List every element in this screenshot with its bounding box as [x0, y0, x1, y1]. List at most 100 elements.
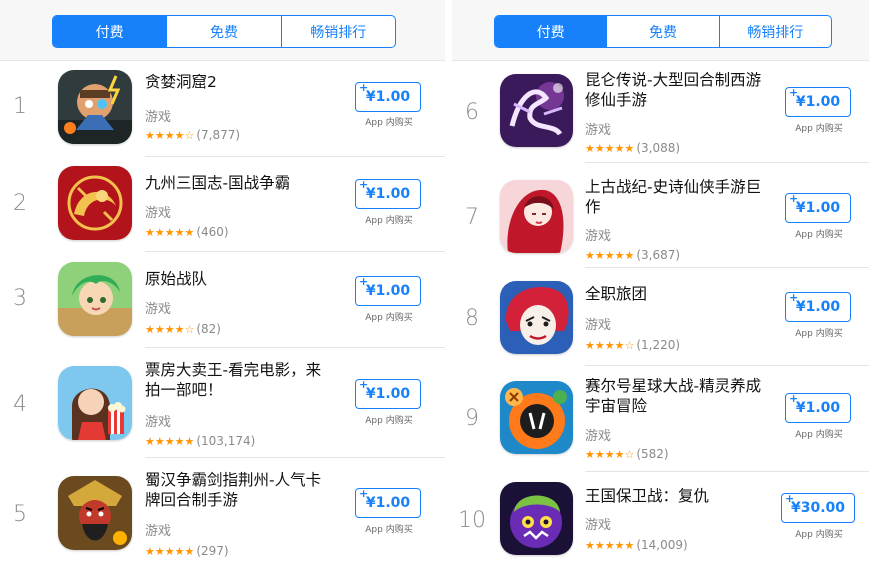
- price-button[interactable]: + ¥1.00: [355, 178, 421, 209]
- price-button[interactable]: + ¥1.00: [355, 275, 421, 306]
- rating-count: (3,088): [636, 141, 681, 155]
- price-label: ¥1.00: [795, 94, 841, 110]
- app-title: 原始战队: [145, 270, 208, 288]
- app-title: 昆仑传说-大型回合制西游修仙手游: [585, 71, 762, 109]
- purple-monster-icon[interactable]: [500, 482, 573, 555]
- rank-number: 3: [13, 286, 27, 311]
- price-label: ¥30.00: [790, 500, 846, 516]
- app-category: 游戏: [585, 123, 612, 138]
- rank-number: 7: [465, 205, 479, 230]
- app-rating: ★★★★★ (103,174): [145, 434, 255, 448]
- app-rating: ★★★★☆ (1,220): [585, 338, 680, 352]
- list-item[interactable]: 2 九州三国志-国战争霸 游戏 ★★★★★ (460) + ¥1.00 App …: [0, 157, 445, 252]
- rank-number: 5: [13, 502, 27, 527]
- price-button[interactable]: + ¥1.00: [355, 81, 421, 112]
- app-rating: ★★★★☆ (7,877): [145, 128, 240, 142]
- price-button[interactable]: + ¥1.00: [355, 378, 421, 409]
- price-label: ¥1.00: [365, 186, 411, 202]
- list-item[interactable]: 5 蜀汉争霸剑指荆州-人气卡牌回合制手游 游戏 ★★★★★ (297) + ¥1…: [0, 458, 445, 561]
- rating-count: (7,877): [196, 128, 241, 142]
- app-category: 游戏: [145, 110, 172, 125]
- list-item[interactable]: 3 原始战队 游戏 ★★★★☆ (82) + ¥1.00 App 内购买: [0, 252, 445, 348]
- star-rating-icon: ★★★★★: [585, 538, 635, 552]
- golden-dragon-icon[interactable]: [58, 166, 132, 240]
- app-title: 蜀汉争霸剑指荆州-人气卡牌回合制手游: [145, 471, 322, 509]
- app-rating: ★★★★★ (297): [145, 544, 229, 558]
- app-title: 九州三国志-国战争霸: [145, 174, 291, 192]
- price-button[interactable]: + ¥1.00: [785, 192, 851, 223]
- in-app-purchase-note: App 内购买: [795, 230, 843, 240]
- price-label: ¥1.00: [365, 495, 411, 511]
- price-button[interactable]: + ¥1.00: [785, 291, 851, 322]
- top-bar: 付费 免费 畅销排行: [0, 0, 445, 61]
- plus-icon: +: [359, 275, 369, 288]
- in-app-purchase-note: App 内购买: [365, 525, 413, 535]
- cave-hero-icon[interactable]: [58, 70, 132, 144]
- app-category: 游戏: [145, 415, 172, 430]
- rating-count: (3,687): [636, 248, 681, 262]
- orange-robot-icon[interactable]: [500, 381, 573, 454]
- price-button[interactable]: + ¥1.00: [785, 392, 851, 423]
- app-store-comparison: 付费 免费 畅销排行 1 贪婪洞窟2 游戏 ★★★★☆ (7,877) + ¥1…: [0, 0, 869, 561]
- price-button[interactable]: + ¥1.00: [355, 487, 421, 518]
- app-title: 上古战纪-史诗仙侠手游巨作: [585, 178, 762, 216]
- rank-number: 10: [458, 508, 486, 533]
- price-button[interactable]: + ¥30.00: [781, 492, 855, 523]
- rating-count: (1,220): [636, 338, 681, 352]
- list-item[interactable]: 1 贪婪洞窟2 游戏 ★★★★☆ (7,877) + ¥1.00 App 内购买: [0, 62, 445, 157]
- rank-number: 4: [13, 392, 27, 417]
- rank-number: 2: [13, 191, 27, 216]
- rating-count: (297): [196, 544, 229, 558]
- in-app-purchase-note: App 内购买: [795, 430, 843, 440]
- fairy-woman-icon[interactable]: [500, 180, 573, 253]
- app-rating: ★★★★★ (460): [145, 225, 229, 239]
- star-rating-icon: ★★★★★: [145, 544, 195, 558]
- app-title: 赛尔号星球大战-精灵养成 宇宙冒险: [585, 377, 762, 415]
- popcorn-girl-icon[interactable]: [58, 366, 132, 440]
- list-item[interactable]: 8 全职旅团 游戏 ★★★★☆ (1,220) + ¥1.00 App 内购买: [452, 268, 869, 366]
- rating-count: (103,174): [196, 434, 256, 448]
- price-label: ¥1.00: [795, 299, 841, 315]
- app-rating: ★★★★★ (3,687): [585, 248, 680, 262]
- plus-icon: +: [359, 81, 369, 94]
- tab-paid[interactable]: 付费: [53, 16, 167, 47]
- app-rating: ★★★★☆ (582): [585, 447, 669, 461]
- plus-icon: +: [789, 291, 799, 304]
- tab-free[interactable]: 免费: [606, 16, 718, 47]
- tab-top-grossing[interactable]: 畅销排行: [718, 16, 831, 47]
- in-app-purchase-note: App 内购买: [365, 216, 413, 226]
- app-title: 王国保卫战：复仇: [585, 487, 710, 505]
- plus-icon: +: [359, 487, 369, 500]
- price-button[interactable]: + ¥1.00: [785, 86, 851, 117]
- price-label: ¥1.00: [795, 400, 841, 416]
- top-bar: 付费 免费 畅销排行: [452, 0, 869, 61]
- list-item[interactable]: 7 上古战纪-史诗仙侠手游巨作 游戏 ★★★★★ (3,687) + ¥1.00…: [452, 163, 869, 268]
- star-rating-icon: ★★★★☆: [145, 128, 195, 142]
- list-item[interactable]: 4 票房大卖王-看完电影，来拍一部吧！ 游戏 ★★★★★ (103,174) +…: [0, 348, 445, 458]
- tab-paid[interactable]: 付费: [495, 16, 607, 47]
- rank-number: 6: [465, 100, 479, 125]
- star-rating-icon: ★★★★☆: [585, 338, 635, 352]
- app-rating: ★★★★☆ (82): [145, 322, 221, 336]
- list-item[interactable]: 6 昆仑传说-大型回合制西游修仙手游 游戏 ★★★★★ (3,088) + ¥1…: [452, 60, 869, 163]
- plus-icon: +: [789, 192, 799, 205]
- left-panel: 付费 免费 畅销排行 1 贪婪洞窟2 游戏 ★★★★☆ (7,877) + ¥1…: [0, 0, 445, 561]
- guan-yu-warrior-icon[interactable]: [58, 476, 132, 550]
- kunlun-calligraphy-icon[interactable]: [500, 74, 573, 147]
- star-rating-icon: ★★★★☆: [585, 447, 635, 461]
- star-rating-icon: ★★★★★: [145, 434, 195, 448]
- star-rating-icon: ★★★★☆: [145, 322, 195, 336]
- app-rating: ★★★★★ (14,009): [585, 538, 688, 552]
- app-title: 票房大卖王-看完电影，来拍一部吧！: [145, 361, 322, 399]
- list-item[interactable]: 10 王国保卫战：复仇 游戏 ★★★★★ (14,009) + ¥30.00 A…: [452, 472, 869, 561]
- tab-free[interactable]: 免费: [166, 16, 280, 47]
- list-item[interactable]: 9 赛尔号星球大战-精灵养成 宇宙冒险 游戏 ★★★★☆ (582) + ¥1.…: [452, 366, 869, 472]
- app-category: 游戏: [585, 429, 612, 444]
- app-title: 全职旅团: [585, 285, 648, 303]
- tab-top-grossing[interactable]: 畅销排行: [280, 16, 395, 47]
- app-rating: ★★★★★ (3,088): [585, 141, 680, 155]
- rating-count: (582): [636, 447, 669, 461]
- green-hair-girl-icon[interactable]: [58, 262, 132, 336]
- rating-count: (82): [196, 322, 221, 336]
- red-hair-clown-icon[interactable]: [500, 281, 573, 354]
